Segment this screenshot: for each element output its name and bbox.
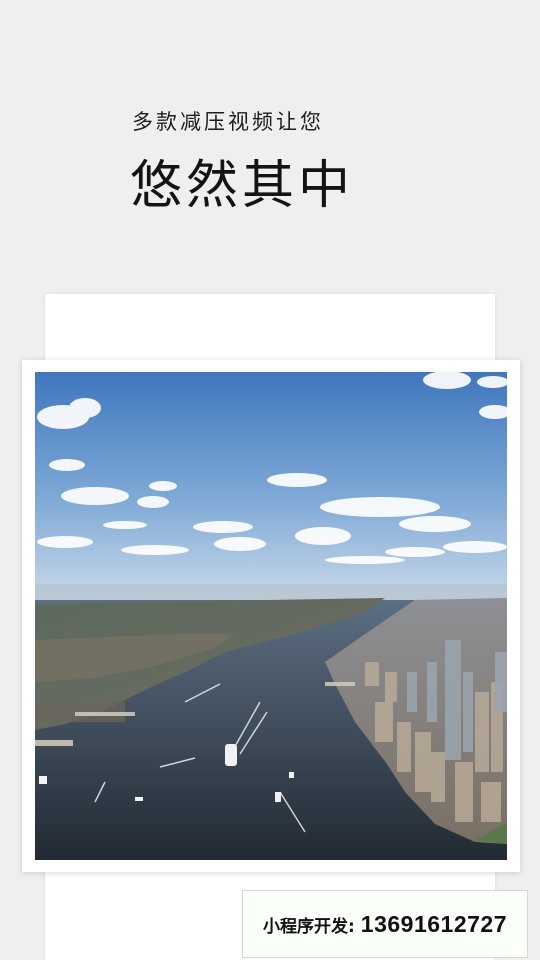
- page-title: 悠然其中: [130, 156, 355, 216]
- contact-phone: 13691612727: [360, 910, 508, 937]
- photo-illustration: [35, 372, 507, 860]
- photo-card[interactable]: [22, 360, 520, 872]
- contact-label: 小程序开发:: [262, 916, 355, 937]
- contact-badge[interactable]: 小程序开发: 13691612727: [242, 890, 528, 958]
- aerial-city-photo[interactable]: [35, 372, 507, 860]
- subtitle: 多款减压视频让您: [132, 110, 324, 134]
